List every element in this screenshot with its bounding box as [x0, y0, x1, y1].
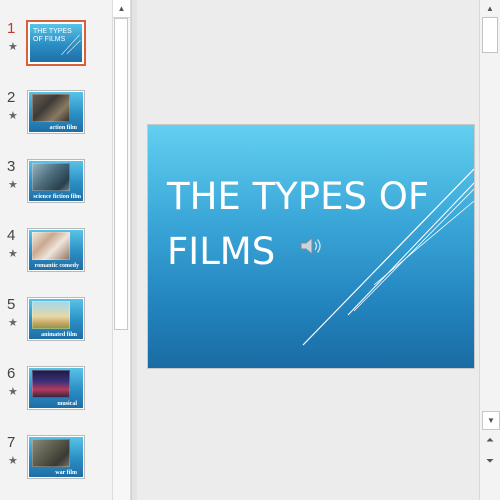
- slide-title-line-2: FILMS: [167, 230, 276, 273]
- star-icon: ★: [8, 110, 18, 122]
- slide-number: 6: [7, 365, 16, 382]
- thumbnail-caption: romantic comedy: [34, 263, 79, 269]
- star-icon: ★: [8, 41, 18, 53]
- scrollbar-thumb[interactable]: [482, 17, 498, 53]
- star-icon: ★: [8, 317, 18, 329]
- thumbnail-photo: [32, 94, 70, 122]
- slide-number: 2: [7, 89, 16, 106]
- slide-number: 4: [7, 227, 16, 244]
- editor-scrollbar[interactable]: ▲ ▼ ⏶ ⏷: [479, 0, 500, 500]
- slide-thumbnail-5[interactable]: 5 ★ animated film: [0, 296, 112, 352]
- thumbnail-photo: [32, 439, 70, 467]
- star-icon: ★: [8, 248, 18, 260]
- previous-slide-button[interactable]: ⏶: [482, 434, 498, 448]
- scroll-up-button[interactable]: ▲: [113, 0, 130, 18]
- decorative-lines: [61, 34, 81, 55]
- slide-title-line-1: THE TYPES OF: [167, 175, 430, 218]
- slide-thumbnail-image[interactable]: war film: [27, 435, 85, 479]
- scroll-down-button[interactable]: ▼: [482, 411, 500, 430]
- slide-thumbnail-1[interactable]: 1 ★ THE TYPES OF FILMS: [0, 20, 112, 76]
- star-icon: ★: [8, 179, 18, 191]
- slide-thumbnail-3[interactable]: 3 ★ science fiction film: [0, 158, 112, 214]
- speaker-icon[interactable]: [299, 235, 325, 257]
- slide-thumbnail-image[interactable]: action film: [27, 90, 85, 134]
- slide-thumbnail-image[interactable]: romantic comedy: [27, 228, 85, 272]
- slide-number: 5: [7, 296, 16, 313]
- thumbnail-caption: musical: [57, 401, 77, 407]
- slide-thumbnail-image[interactable]: animated film: [27, 297, 85, 341]
- slide-thumbnail-7[interactable]: 7 ★ war film: [0, 434, 112, 490]
- thumbnail-caption: war film: [55, 470, 77, 476]
- thumbnail-photo: [32, 232, 70, 260]
- slide-thumbnail-image[interactable]: musical: [27, 366, 85, 410]
- slide-editing-area[interactable]: THE TYPES OF FILMS: [137, 0, 479, 500]
- slide-thumbnail-2[interactable]: 2 ★ action film: [0, 89, 112, 145]
- slide-thumbnail-pane[interactable]: 1 ★ THE TYPES OF FILMS 2 ★ action film 3…: [0, 0, 112, 500]
- slide-number: 3: [7, 158, 16, 175]
- thumbnail-photo: [32, 370, 70, 398]
- thumbnail-photo: [32, 163, 70, 191]
- thumbnail-caption: science fiction film: [33, 194, 81, 200]
- slide-thumbnail-image[interactable]: THE TYPES OF FILMS: [26, 20, 86, 66]
- slide-thumbnail-4[interactable]: 4 ★ romantic comedy: [0, 227, 112, 283]
- slide-thumbnail-6[interactable]: 6 ★ musical: [0, 365, 112, 421]
- slide-number: 7: [7, 434, 16, 451]
- slide-number: 1: [7, 20, 16, 37]
- thumbnail-photo: [32, 301, 70, 329]
- star-icon: ★: [8, 386, 18, 398]
- scroll-up-button[interactable]: ▲: [482, 0, 498, 17]
- thumbnail-scrollbar[interactable]: ▲: [112, 0, 131, 500]
- slide-thumbnail-image[interactable]: science fiction film: [27, 159, 85, 203]
- thumbnail-caption: animated film: [41, 332, 77, 338]
- star-icon: ★: [8, 455, 18, 467]
- next-slide-button[interactable]: ⏷: [482, 455, 498, 469]
- current-slide[interactable]: THE TYPES OF FILMS: [147, 124, 475, 369]
- slide-title[interactable]: THE TYPES OF FILMS: [167, 169, 467, 279]
- scrollbar-thumb[interactable]: [114, 18, 128, 330]
- thumbnail-caption: action film: [49, 125, 78, 131]
